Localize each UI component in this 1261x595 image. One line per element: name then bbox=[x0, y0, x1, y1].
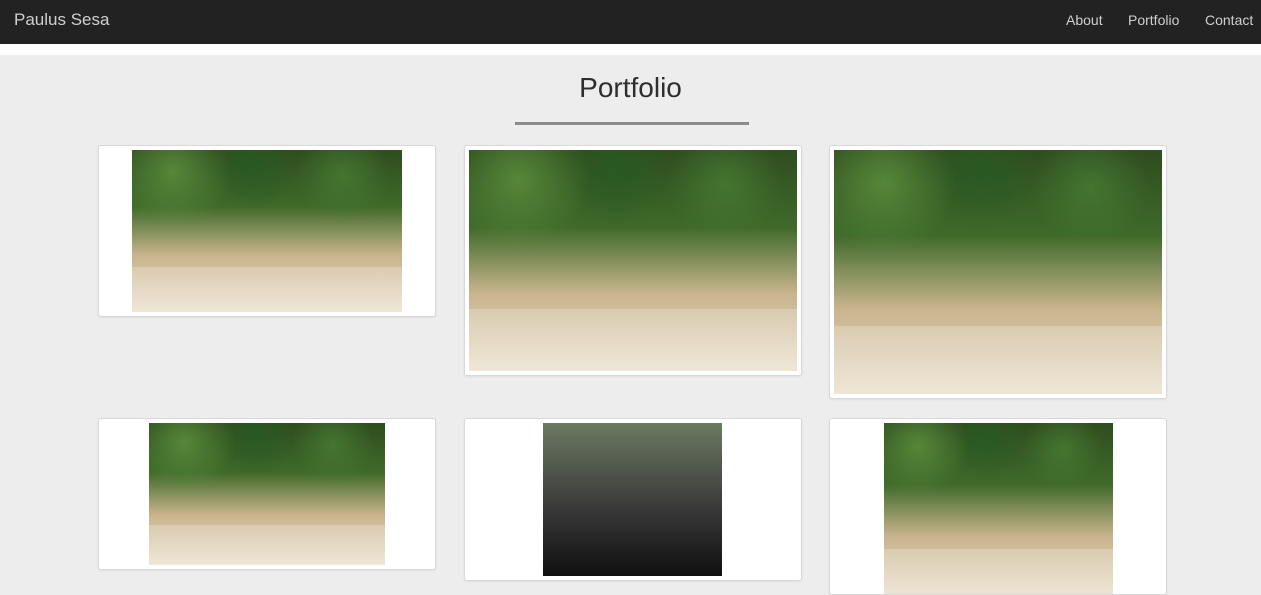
navbar-shadow-strip bbox=[0, 44, 1261, 55]
portfolio-card-6[interactable] bbox=[829, 418, 1167, 595]
title-divider bbox=[515, 122, 749, 125]
photo-sand bbox=[132, 266, 402, 312]
portfolio-card-4[interactable] bbox=[98, 418, 436, 570]
photo-trees bbox=[149, 423, 385, 487]
portfolio-card-1[interactable] bbox=[98, 145, 436, 317]
photo-trees bbox=[884, 423, 1113, 502]
photo-trees bbox=[132, 150, 402, 223]
portfolio-card-5[interactable] bbox=[464, 418, 802, 581]
top-navbar: Paulus Sesa About Portfolio Contact bbox=[0, 0, 1261, 44]
nav-link-portfolio[interactable]: Portfolio bbox=[1128, 12, 1179, 28]
photo-trees bbox=[834, 150, 1162, 260]
nav-link-contact[interactable]: Contact bbox=[1205, 12, 1253, 28]
photo-sand bbox=[469, 309, 797, 371]
portfolio-card-3[interactable] bbox=[829, 145, 1167, 399]
brand-link[interactable]: Paulus Sesa bbox=[14, 10, 109, 30]
photo-sand bbox=[834, 325, 1162, 394]
portfolio-image[interactable] bbox=[149, 423, 385, 565]
portfolio-image[interactable] bbox=[469, 150, 797, 371]
page-title: Portfolio bbox=[579, 72, 682, 103]
portfolio-card-2[interactable] bbox=[464, 145, 802, 376]
photo-sand bbox=[149, 525, 385, 565]
nav-link-about[interactable]: About bbox=[1066, 12, 1103, 28]
photo-sand bbox=[884, 549, 1113, 594]
photo-trees bbox=[469, 150, 797, 250]
portfolio-image[interactable] bbox=[543, 423, 722, 576]
portfolio-image[interactable] bbox=[132, 150, 402, 312]
portfolio-image[interactable] bbox=[834, 150, 1162, 394]
portfolio-image[interactable] bbox=[884, 423, 1113, 594]
